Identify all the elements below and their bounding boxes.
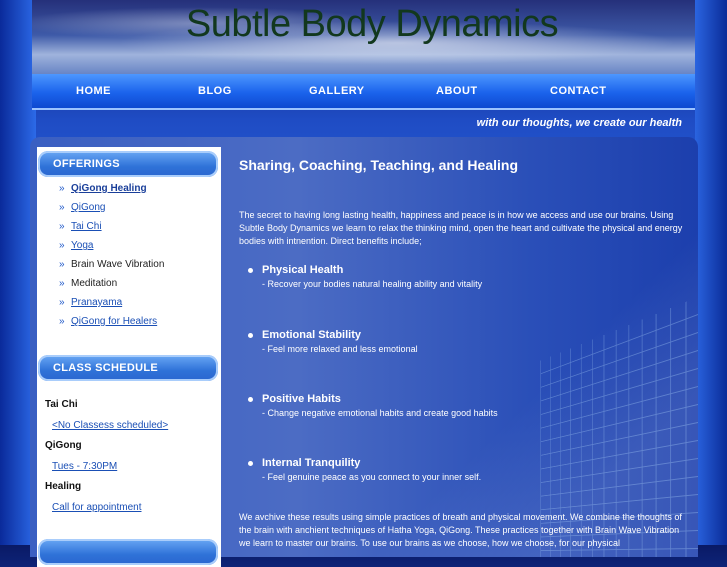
benefit-desc: - Recover your bodies natural healing ab…: [262, 279, 483, 289]
offering-link-tai-chi[interactable]: Tai Chi: [71, 221, 102, 232]
schedule-link-healing[interactable]: Call for appointment: [52, 502, 142, 513]
offering-item: » Brain Wave Vibration: [59, 259, 164, 270]
tagline: with our thoughts, we create our health: [476, 117, 682, 129]
offering-item: » Meditation: [59, 278, 117, 289]
site-title: Subtle Body Dynamics: [185, 3, 559, 45]
benefit-title: Emotional Stability: [262, 329, 362, 341]
offering-label-meditation: Meditation: [71, 278, 118, 289]
offering-item[interactable]: » QiGong Healing: [59, 183, 147, 194]
offering-link-yoga[interactable]: Yoga: [71, 240, 93, 251]
chevron-right-icon: »: [59, 240, 65, 251]
sidebar-box-header: [38, 539, 218, 565]
schedule-heading-healing: Healing: [45, 481, 82, 492]
schedule-link-tai-chi[interactable]: <No Classess scheduled>: [52, 420, 168, 431]
offering-item[interactable]: » QiGong for Healers: [59, 316, 157, 327]
bullet-icon: [248, 397, 253, 402]
right-background: [695, 0, 727, 545]
nav-about[interactable]: ABOUT: [436, 85, 478, 97]
benefit-desc: - Feel genuine peace as you connect to y…: [262, 472, 482, 482]
benefit-title: Positive Habits: [262, 393, 341, 405]
benefit-desc: - Feel more relaxed and less emotional: [262, 344, 418, 354]
bullet-icon: [248, 333, 253, 338]
intro-paragraph: The secret to having long lasting health…: [239, 210, 683, 246]
offering-link-pranayama[interactable]: Pranayama: [71, 297, 122, 308]
sidebar: OFFERINGS » QiGong Healing » QiGong » Tai C…: [37, 147, 221, 567]
schedule-heading-tai-chi: Tai Chi: [45, 399, 78, 410]
offering-link-qigong-healers[interactable]: QiGong for Healers: [71, 316, 157, 327]
schedule-header: CLASS SCHEDULE: [38, 355, 218, 381]
page-title: Sharing, Coaching, Teaching, and Healing: [239, 157, 518, 173]
nav-contact[interactable]: CONTACT: [550, 85, 606, 97]
chevron-right-icon: »: [59, 259, 65, 270]
main-nav: HOME BLOG GALLERY ABOUT CONTACT: [32, 74, 695, 110]
chevron-right-icon: »: [59, 278, 65, 289]
offerings-title: OFFERINGS: [53, 158, 120, 170]
bullet-icon: [248, 461, 253, 466]
chevron-right-icon: »: [59, 183, 65, 194]
site-header: Subtle Body Dynamics: [32, 0, 695, 78]
offering-item[interactable]: » Yoga: [59, 240, 93, 251]
chevron-right-icon: »: [59, 202, 65, 213]
benefit-desc: - Change negative emotional habits and c…: [262, 408, 498, 418]
schedule-link-qigong[interactable]: Tues - 7:30PM: [52, 461, 117, 472]
nav-blog[interactable]: BLOG: [198, 85, 232, 97]
offering-label-brain-wave: Brain Wave Vibration: [71, 259, 165, 270]
bullet-icon: [248, 268, 253, 273]
offering-link-qigong-healing[interactable]: QiGong Healing: [71, 183, 147, 194]
benefit-title: Physical Health: [262, 264, 344, 276]
chevron-right-icon: »: [59, 316, 65, 327]
schedule-heading-qigong: QiGong: [45, 440, 82, 451]
offering-item[interactable]: » Tai Chi: [59, 221, 102, 232]
offering-item[interactable]: » Pranayama: [59, 297, 122, 308]
benefit-title: Internal Tranquility: [262, 457, 361, 469]
chevron-right-icon: »: [59, 297, 65, 308]
nav-home[interactable]: HOME: [76, 85, 111, 97]
offering-link-qigong[interactable]: QiGong: [71, 202, 105, 213]
schedule-title: CLASS SCHEDULE: [53, 362, 159, 374]
offering-item[interactable]: » QiGong: [59, 202, 105, 213]
chevron-right-icon: »: [59, 221, 65, 232]
offerings-header: OFFERINGS: [38, 151, 218, 177]
nav-gallery[interactable]: GALLERY: [309, 85, 365, 97]
closing-paragraph: We avchive these results using simple pr…: [239, 512, 682, 548]
